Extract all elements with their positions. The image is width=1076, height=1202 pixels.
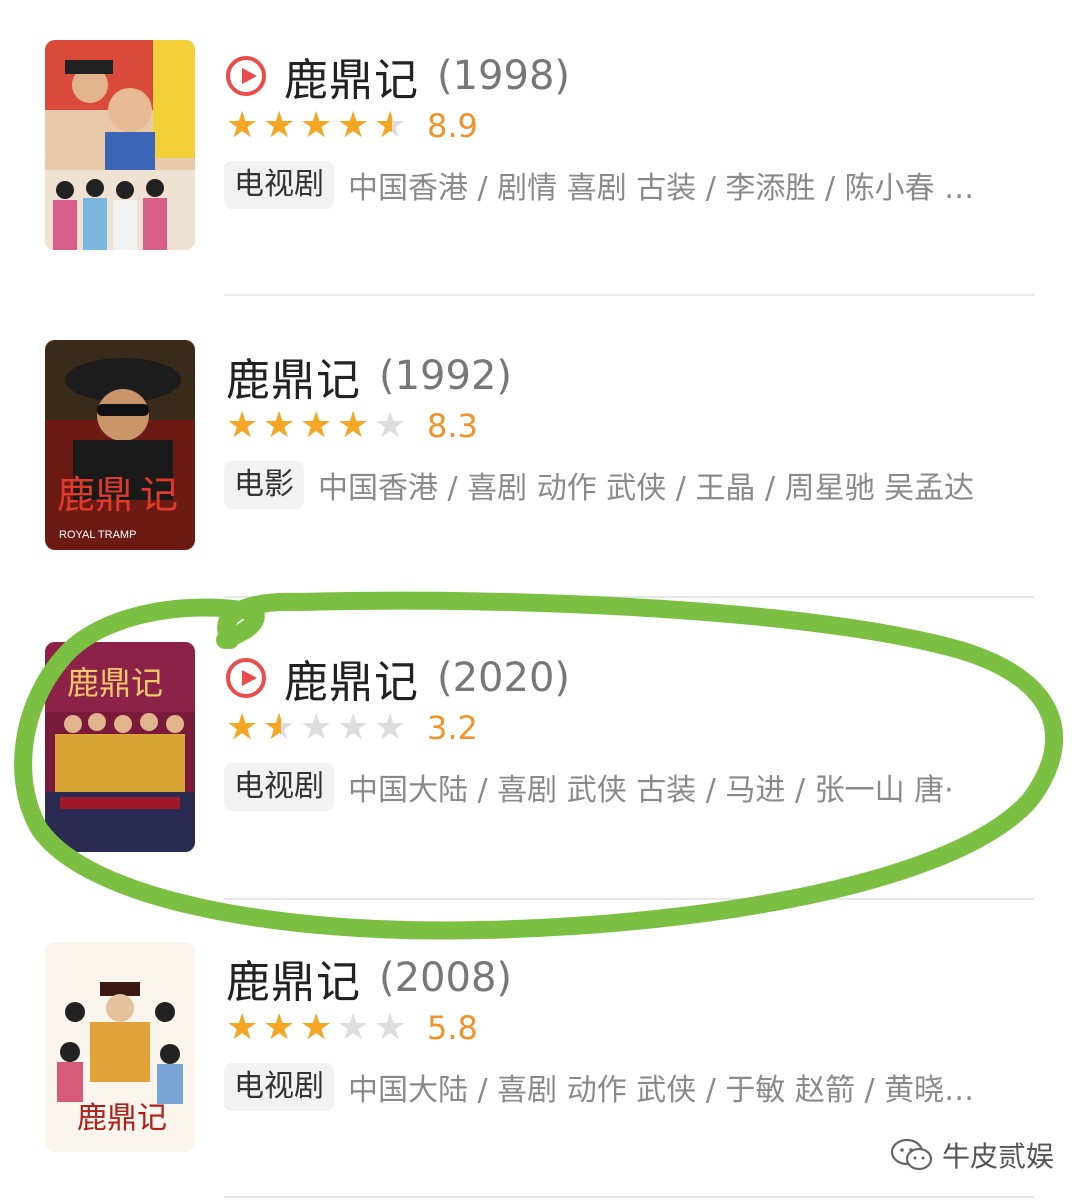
star-icon: ★★ [300, 707, 333, 748]
type-tag: 电影 [224, 461, 304, 509]
star-icon: ★★ [226, 707, 259, 748]
svg-text:记: 记 [140, 475, 178, 517]
star-icon: ★★ [300, 1007, 333, 1048]
star-icon: ★★ [263, 707, 296, 748]
star-icon: ★★ [300, 405, 333, 446]
item-title[interactable]: 鹿鼎记 [226, 344, 361, 408]
result-item-2020[interactable]: 鹿鼎记 鹿鼎记 (2020) ★★★★★★★★★★ 3.2 电视剧 中国大陆 /… [0, 602, 1076, 902]
item-year: (2008) [379, 955, 513, 1001]
result-item-1998[interactable]: 鹿鼎记 (1998) ★ ★ ★ ★ ★ ★ ★ ★ ★ ★ 8.9 电视剧 中国香港 / 剧情 … [0, 0, 1076, 300]
play-icon[interactable] [226, 658, 266, 698]
rating-stars: ★★★★★★★★★★ [226, 105, 411, 146]
poster-caption: ROYAL TRAMP [59, 529, 136, 541]
star-icon: ★★ [337, 405, 370, 446]
rating-score: 8.3 [427, 407, 478, 445]
item-meta: 中国大陆 / 喜剧 武侠 古装 / 马进 / 张一山 唐· [348, 773, 954, 808]
star-icon: ★★ [337, 1007, 370, 1048]
svg-text:鹿鼎: 鹿鼎 [57, 475, 133, 517]
star-icon: ★★ [226, 1007, 259, 1048]
type-tag: 电视剧 [224, 763, 334, 811]
divider [224, 596, 1034, 598]
star-icon: ★★ [374, 405, 407, 446]
item-year: (2020) [437, 655, 571, 701]
svg-text:鹿鼎记: 鹿鼎记 [77, 1102, 167, 1135]
star-icon: ★★ [300, 105, 333, 146]
star-icon: ★★ [263, 1007, 296, 1048]
star-icon: ★★ [337, 105, 370, 146]
star-icon: ★★ [263, 105, 296, 146]
star-icon: ★★ [374, 707, 407, 748]
item-year: (1998) [437, 53, 571, 99]
star-icon: ★★ [337, 707, 370, 748]
type-tag: 电视剧 [224, 161, 334, 209]
star-icon: ★★ [226, 105, 259, 146]
star-icon: ★★ [374, 1007, 407, 1048]
poster-image[interactable]: 鹿鼎 记 ROYAL TRAMP [45, 340, 195, 550]
poster-image[interactable]: 鹿鼎记 [45, 942, 195, 1152]
item-title[interactable]: 鹿鼎记 [284, 646, 419, 710]
item-meta: 中国大陆 / 喜剧 动作 武侠 / 于敏 赵箭 / 黄晓… [348, 1073, 975, 1108]
poster-image[interactable] [45, 40, 195, 250]
divider [224, 898, 1034, 900]
star-icon: ★★ [226, 405, 259, 446]
type-tag: 电视剧 [224, 1063, 334, 1111]
divider [224, 294, 1034, 296]
rating-score: 5.8 [427, 1009, 478, 1047]
item-meta: 中国香港 / 剧情 喜剧 古装 / 李添胜 / 陈小春 … [348, 171, 975, 206]
rating-score: 3.2 [427, 709, 478, 747]
svg-text:鹿鼎记: 鹿鼎记 [67, 665, 163, 701]
divider [224, 1196, 1034, 1198]
rating-stars: ★★★★★★★★★★ [226, 707, 411, 748]
rating-stars: ★★★★★★★★★★ [226, 405, 411, 446]
item-title[interactable]: 鹿鼎记 [226, 946, 361, 1010]
item-title[interactable]: 鹿鼎记 [284, 44, 419, 108]
star-icon: ★★ [374, 105, 407, 146]
rating-stars: ★★★★★★★★★★ [226, 1007, 411, 1048]
play-icon[interactable] [226, 56, 266, 96]
wechat-icon [890, 1138, 933, 1171]
result-item-1992[interactable]: 鹿鼎 记 ROYAL TRAMP 鹿鼎记 (1992) ★★★★★★★★★★ 8… [0, 300, 1076, 600]
rating-score: 8.9 [427, 107, 478, 145]
poster-image[interactable]: 鹿鼎记 [45, 642, 195, 852]
watermark: 牛皮贰娱 [890, 1135, 1054, 1175]
star-icon: ★★ [263, 405, 296, 446]
item-meta: 中国香港 / 喜剧 动作 武侠 / 王晶 / 周星驰 吴孟达 [318, 471, 975, 506]
item-year: (1992) [379, 353, 513, 399]
watermark-text: 牛皮贰娱 [942, 1140, 1055, 1173]
